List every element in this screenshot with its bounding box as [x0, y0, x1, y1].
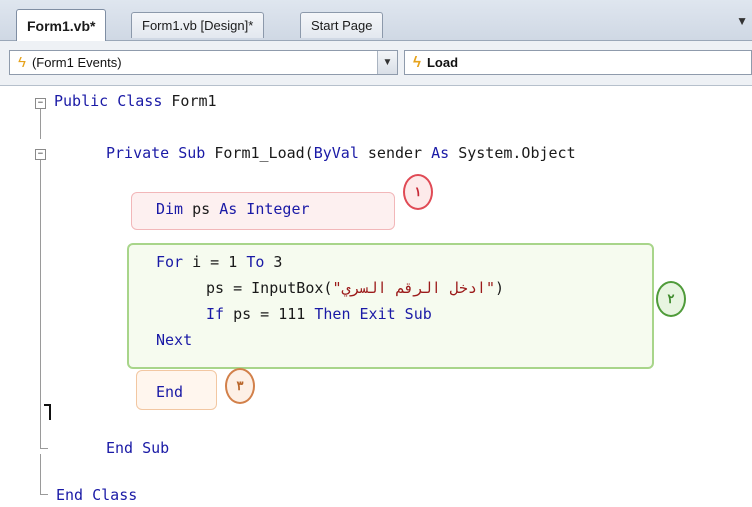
code-line-sub: Private Sub Form1_Load(ByVal sender As S…	[106, 144, 576, 162]
outline-end-tick	[40, 494, 48, 495]
outline-line	[40, 109, 41, 139]
keyword: End Class	[56, 486, 138, 504]
identifier: System.Object	[449, 144, 576, 162]
keyword: Private Sub	[106, 144, 206, 162]
method-combo-value: Load	[426, 55, 459, 70]
identifier: ps = InputBox(	[206, 279, 333, 297]
keyword: If	[206, 305, 225, 323]
navigation-bar: ϟ (Form1 Events) ▼ ϟ Load	[0, 41, 752, 86]
string-literal-arabic: ادخل الرقم السري	[341, 279, 486, 297]
tab-label: Form1.vb [Design]*	[142, 18, 254, 33]
document-tab-strip: Form1.vb* Form1.vb [Design]* Start Page …	[0, 0, 752, 41]
identifier: 3	[264, 253, 283, 271]
code-line-end-class: End Class	[56, 486, 137, 504]
identifier: sender	[358, 144, 432, 162]
outline-line	[40, 454, 41, 494]
event-lightning-icon: ϟ	[18, 54, 26, 71]
keyword: ByVal	[313, 144, 359, 162]
annotation-badge-two: ٢	[656, 281, 686, 317]
identifier: Form1	[162, 92, 217, 110]
class-combo-value: (Form1 Events)	[31, 55, 122, 70]
event-lightning-icon: ϟ	[413, 54, 421, 71]
code-line-for: For i = 1 To 3	[156, 253, 282, 271]
chevron-down-icon[interactable]: ▼	[377, 51, 397, 74]
outline-end-tick	[40, 448, 48, 449]
identifier: Form1_Load(	[205, 144, 314, 162]
code-line-inputbox: ps = InputBox("ادخل الرقم السري")	[206, 279, 504, 297]
keyword: Next	[156, 331, 193, 349]
keyword: Public Class	[54, 92, 163, 110]
identifier: ps = 111	[224, 305, 315, 323]
margin-marker	[49, 404, 51, 420]
identifier: )	[495, 279, 505, 297]
code-line-dim: Dim ps As Integer	[156, 200, 310, 218]
code-line-next: Next	[156, 331, 192, 349]
outline-line	[40, 159, 41, 449]
keyword: End	[156, 383, 184, 401]
tab-form1-vb[interactable]: Form1.vb*	[16, 9, 107, 41]
keyword: End Sub	[106, 439, 170, 457]
annotation-badge-three: ٣	[225, 368, 255, 404]
collapse-toggle-icon[interactable]: −	[35, 98, 46, 109]
tab-overflow-icon[interactable]: ▼	[736, 14, 748, 28]
code-line-class: Public Class Form1	[54, 92, 217, 110]
identifier: i = 1	[183, 253, 247, 271]
tab-start-page[interactable]: Start Page	[300, 12, 384, 38]
keyword: Then Exit Sub	[314, 305, 432, 323]
keyword: As Integer	[219, 200, 310, 218]
string-quote: "	[485, 279, 495, 297]
collapse-toggle-icon[interactable]: −	[35, 149, 46, 160]
code-line-end-sub: End Sub	[106, 439, 169, 457]
keyword: As	[431, 144, 450, 162]
class-name-combo[interactable]: ϟ (Form1 Events) ▼	[9, 50, 398, 75]
identifier: ps	[183, 200, 220, 218]
code-line-if: If ps = 111 Then Exit Sub	[206, 305, 432, 323]
tab-form1-design[interactable]: Form1.vb [Design]*	[131, 12, 265, 38]
keyword: Dim	[156, 200, 184, 218]
tab-label: Form1.vb*	[27, 17, 96, 34]
code-line-end: End	[156, 383, 183, 401]
annotation-badge-one: ١	[403, 174, 433, 210]
keyword: For	[156, 253, 184, 271]
keyword: To	[246, 253, 265, 271]
code-editor[interactable]: − − Public Class Form1 Private Sub Form1…	[0, 86, 752, 507]
method-name-combo[interactable]: ϟ Load	[404, 50, 752, 75]
tab-label: Start Page	[311, 18, 373, 33]
